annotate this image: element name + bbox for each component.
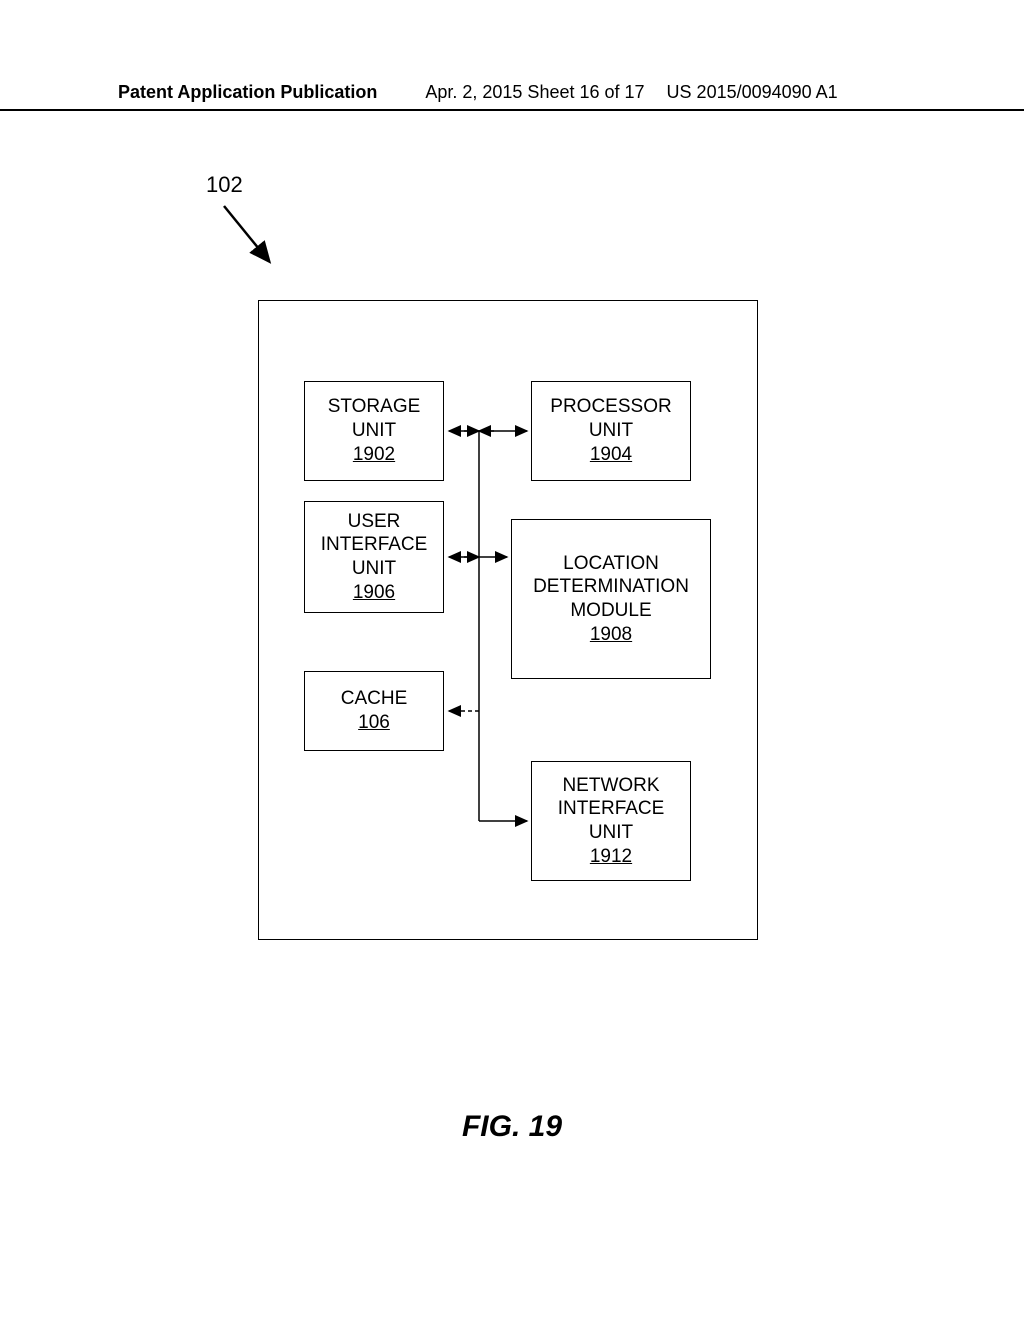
header-publication: Patent Application Publication [0, 82, 377, 103]
block-label: CACHE [341, 687, 408, 711]
block-label: MODULE [570, 599, 651, 623]
block-label: UNIT [589, 419, 633, 443]
block-label: UNIT [589, 821, 633, 845]
cache-block: CACHE 106 [304, 671, 444, 751]
page-header: Patent Application Publication Apr. 2, 2… [0, 82, 1024, 111]
network-interface-unit-block: NETWORK INTERFACE UNIT 1912 [531, 761, 691, 881]
block-label: PROCESSOR [550, 395, 671, 419]
figure-caption: FIG. 19 [0, 1110, 1024, 1144]
storage-unit-block: STORAGE UNIT 1902 [304, 381, 444, 481]
lead-line-arrow [218, 200, 288, 280]
block-label: UNIT [352, 419, 396, 443]
block-ref: 1912 [590, 845, 632, 869]
user-interface-unit-block: USER INTERFACE UNIT 1906 [304, 501, 444, 613]
block-label: UNIT [352, 557, 396, 581]
block-ref: 1906 [353, 581, 395, 605]
block-ref: 1908 [590, 623, 632, 647]
processor-unit-block: PROCESSOR UNIT 1904 [531, 381, 691, 481]
block-label: STORAGE [328, 395, 421, 419]
block-label: INTERFACE [321, 533, 428, 557]
device-outer-box: STORAGE UNIT 1902 PROCESSOR UNIT 1904 US… [258, 300, 758, 940]
block-label: INTERFACE [558, 797, 665, 821]
block-ref: 106 [358, 711, 390, 735]
block-label: DETERMINATION [533, 575, 689, 599]
block-ref: 1904 [590, 443, 632, 467]
block-label: LOCATION [563, 552, 659, 576]
figure-page: 102 [0, 110, 1024, 1290]
block-ref: 1902 [353, 443, 395, 467]
block-label: NETWORK [562, 774, 659, 798]
header-pubnum: US 2015/0094090 A1 [645, 82, 838, 103]
block-label: USER [348, 510, 401, 534]
header-sheet: Apr. 2, 2015 Sheet 16 of 17 [377, 82, 644, 103]
reference-number-102: 102 [206, 172, 243, 198]
location-determination-module-block: LOCATION DETERMINATION MODULE 1908 [511, 519, 711, 679]
